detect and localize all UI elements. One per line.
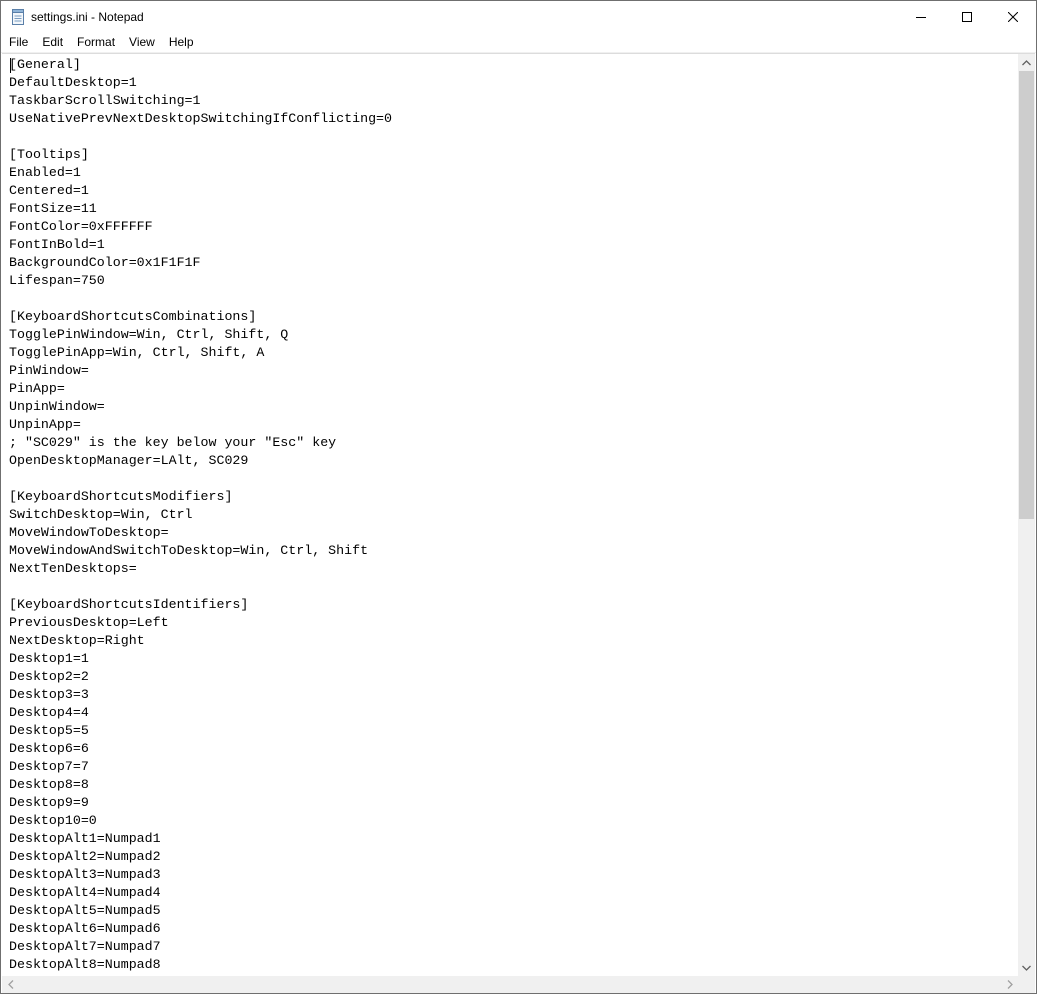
scroll-up-button[interactable]: [1018, 54, 1035, 71]
window-title: settings.ini - Notepad: [31, 9, 144, 24]
scrollbar-corner: [1018, 976, 1035, 993]
chevron-up-icon: [1022, 59, 1031, 65]
menu-format[interactable]: Format: [70, 32, 122, 52]
document-text[interactable]: [General] DefaultDesktop=1 TaskbarScroll…: [2, 54, 1018, 974]
maximize-icon: [962, 11, 972, 22]
horizontal-scrollbar[interactable]: [2, 976, 1018, 993]
notepad-icon[interactable]: [11, 8, 25, 25]
text-caret: [10, 58, 11, 73]
editor-area: [General] DefaultDesktop=1 TaskbarScroll…: [2, 53, 1035, 993]
close-icon: [1008, 11, 1018, 22]
scroll-down-button[interactable]: [1018, 959, 1035, 976]
maximize-button[interactable]: [944, 1, 990, 32]
menu-file[interactable]: File: [1, 32, 35, 52]
vertical-scrollbar[interactable]: [1018, 54, 1035, 976]
minimize-icon: [916, 16, 926, 18]
minimize-button[interactable]: [898, 1, 944, 32]
menu-view[interactable]: View: [122, 32, 162, 52]
notepad-window: settings.ini - Notepad File Edit Format …: [0, 0, 1037, 994]
text-editor[interactable]: [General] DefaultDesktop=1 TaskbarScroll…: [2, 54, 1018, 976]
chevron-right-icon: [1007, 980, 1013, 989]
scroll-right-button[interactable]: [1001, 976, 1018, 993]
title-bar[interactable]: settings.ini - Notepad: [1, 1, 1036, 32]
menu-edit[interactable]: Edit: [35, 32, 70, 52]
scroll-left-button[interactable]: [2, 976, 19, 993]
vertical-scroll-thumb[interactable]: [1019, 71, 1034, 519]
chevron-left-icon: [7, 980, 13, 989]
window-controls: [898, 1, 1036, 32]
menu-help[interactable]: Help: [162, 32, 201, 52]
close-button[interactable]: [990, 1, 1036, 32]
chevron-down-icon: [1022, 965, 1031, 971]
menu-bar: File Edit Format View Help: [1, 32, 1036, 53]
